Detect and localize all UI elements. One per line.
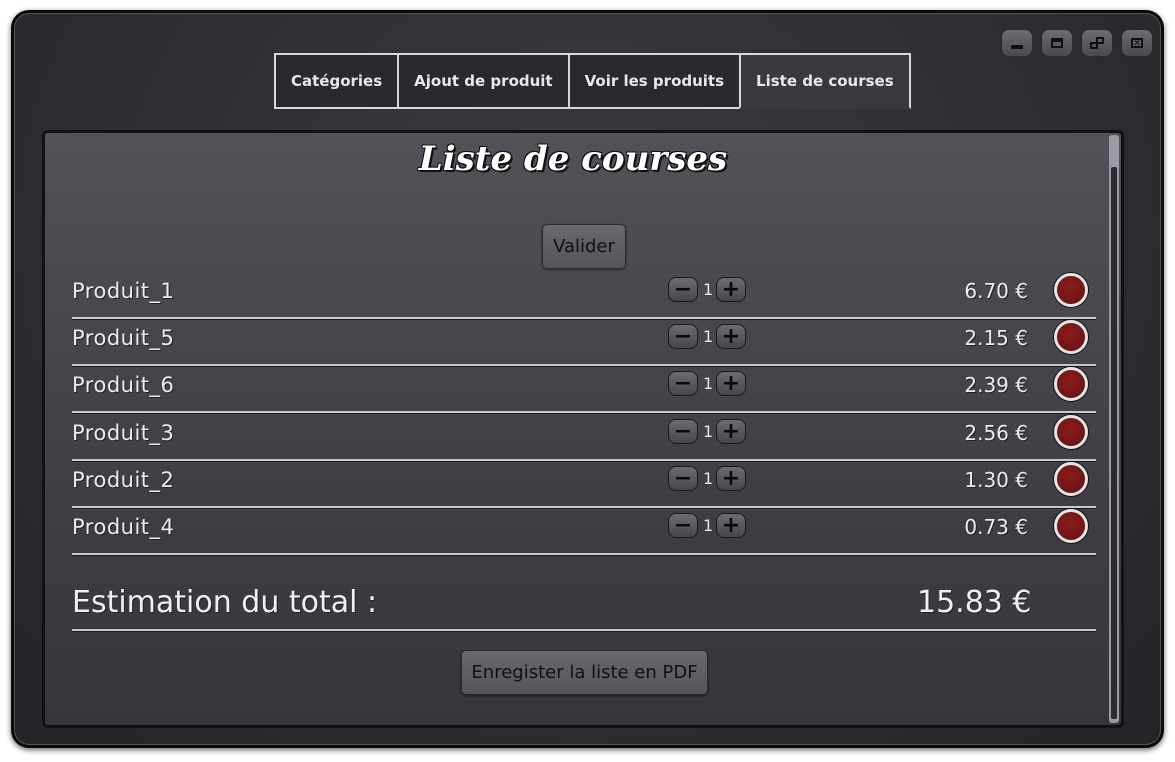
list-item: Produit_2−1 +1.30 € xyxy=(72,462,1096,508)
remove-item-button[interactable] xyxy=(1054,462,1088,496)
decrease-quantity-button[interactable]: − xyxy=(668,419,698,444)
close-button[interactable]: × xyxy=(1121,29,1153,57)
total-row: Estimation du total : 15.83 € xyxy=(72,575,1096,631)
quantity-stepper: −1 + xyxy=(668,419,746,444)
product-name: Produit_6 xyxy=(72,373,175,397)
increase-quantity-button[interactable]: + xyxy=(716,419,746,444)
increase-quantity-button[interactable]: + xyxy=(716,371,746,396)
remove-item-button[interactable] xyxy=(1054,509,1088,543)
product-name: Produit_3 xyxy=(72,421,175,445)
product-price: 2.39 € xyxy=(964,373,1028,397)
quantity-stepper: −1 + xyxy=(668,371,746,396)
product-name: Produit_2 xyxy=(72,468,175,492)
shopping-list-panel: Liste de courses Valider Produit_1−1 +6.7… xyxy=(42,130,1124,728)
product-price: 1.30 € xyxy=(964,468,1028,492)
quantity-value: 1 xyxy=(703,374,714,393)
product-price: 2.56 € xyxy=(964,421,1028,445)
quantity-value: 1 xyxy=(703,516,714,535)
tab-categories[interactable]: Catégories xyxy=(274,53,400,109)
window-controls: × xyxy=(1001,29,1153,57)
increase-quantity-button[interactable]: + xyxy=(716,466,746,491)
remove-item-button[interactable] xyxy=(1054,273,1088,307)
close-icon: × xyxy=(1131,38,1143,48)
tab-bar: Catégories Ajout de produit Voir les pro… xyxy=(274,53,911,109)
scrollbar-thumb[interactable] xyxy=(1111,167,1117,719)
maximize-button[interactable] xyxy=(1041,29,1073,57)
list-item: Produit_1−1 +6.70 € xyxy=(72,273,1096,319)
product-price: 2.15 € xyxy=(964,326,1028,350)
quantity-value: 1 xyxy=(703,327,714,346)
product-price: 0.73 € xyxy=(964,515,1028,539)
increase-quantity-button[interactable]: + xyxy=(716,513,746,538)
quantity-stepper: −1 + xyxy=(668,466,746,491)
increase-quantity-button[interactable]: + xyxy=(716,277,746,302)
remove-item-button[interactable] xyxy=(1054,367,1088,401)
product-name: Produit_4 xyxy=(72,515,175,539)
app-window: × Catégories Ajout de produit Voir les p… xyxy=(11,10,1164,748)
validate-button[interactable]: Valider xyxy=(542,224,626,269)
maximize-icon xyxy=(1051,38,1063,48)
list-item: Produit_6−1 +2.39 € xyxy=(72,367,1096,413)
minimize-icon xyxy=(1011,45,1023,49)
list-item: Produit_3−1 +2.56 € xyxy=(72,415,1096,461)
list-item: Produit_4−1 +0.73 € xyxy=(72,509,1096,555)
product-name: Produit_1 xyxy=(72,279,175,303)
increase-quantity-button[interactable]: + xyxy=(716,324,746,349)
tab-shopping-list[interactable]: Liste de courses xyxy=(739,53,911,109)
decrease-quantity-button[interactable]: − xyxy=(668,513,698,538)
quantity-stepper: −1 + xyxy=(668,277,746,302)
list-item: Produit_5−1 +2.15 € xyxy=(72,320,1096,366)
decrease-quantity-button[interactable]: − xyxy=(668,466,698,491)
remove-item-button[interactable] xyxy=(1054,415,1088,449)
quantity-stepper: −1 + xyxy=(668,324,746,349)
total-value: 15.83 € xyxy=(917,585,1032,620)
minimize-button[interactable] xyxy=(1001,29,1033,57)
quantity-value: 1 xyxy=(703,422,714,441)
vertical-scrollbar[interactable] xyxy=(1109,135,1119,723)
quantity-stepper: −1 + xyxy=(668,513,746,538)
remove-item-button[interactable] xyxy=(1054,320,1088,354)
restore-button[interactable] xyxy=(1081,29,1113,57)
save-pdf-button[interactable]: Enregister la liste en PDF xyxy=(461,650,708,695)
quantity-value: 1 xyxy=(703,280,714,299)
page-title: Liste de courses xyxy=(418,139,728,179)
decrease-quantity-button[interactable]: − xyxy=(668,324,698,349)
product-price: 6.70 € xyxy=(964,279,1028,303)
restore-icon xyxy=(1090,37,1104,49)
decrease-quantity-button[interactable]: − xyxy=(668,371,698,396)
tab-add-product[interactable]: Ajout de produit xyxy=(397,53,570,109)
tab-view-products[interactable]: Voir les produits xyxy=(567,53,742,109)
quantity-value: 1 xyxy=(703,469,714,488)
decrease-quantity-button[interactable]: − xyxy=(668,277,698,302)
product-name: Produit_5 xyxy=(72,326,175,350)
total-label: Estimation du total : xyxy=(72,585,378,620)
